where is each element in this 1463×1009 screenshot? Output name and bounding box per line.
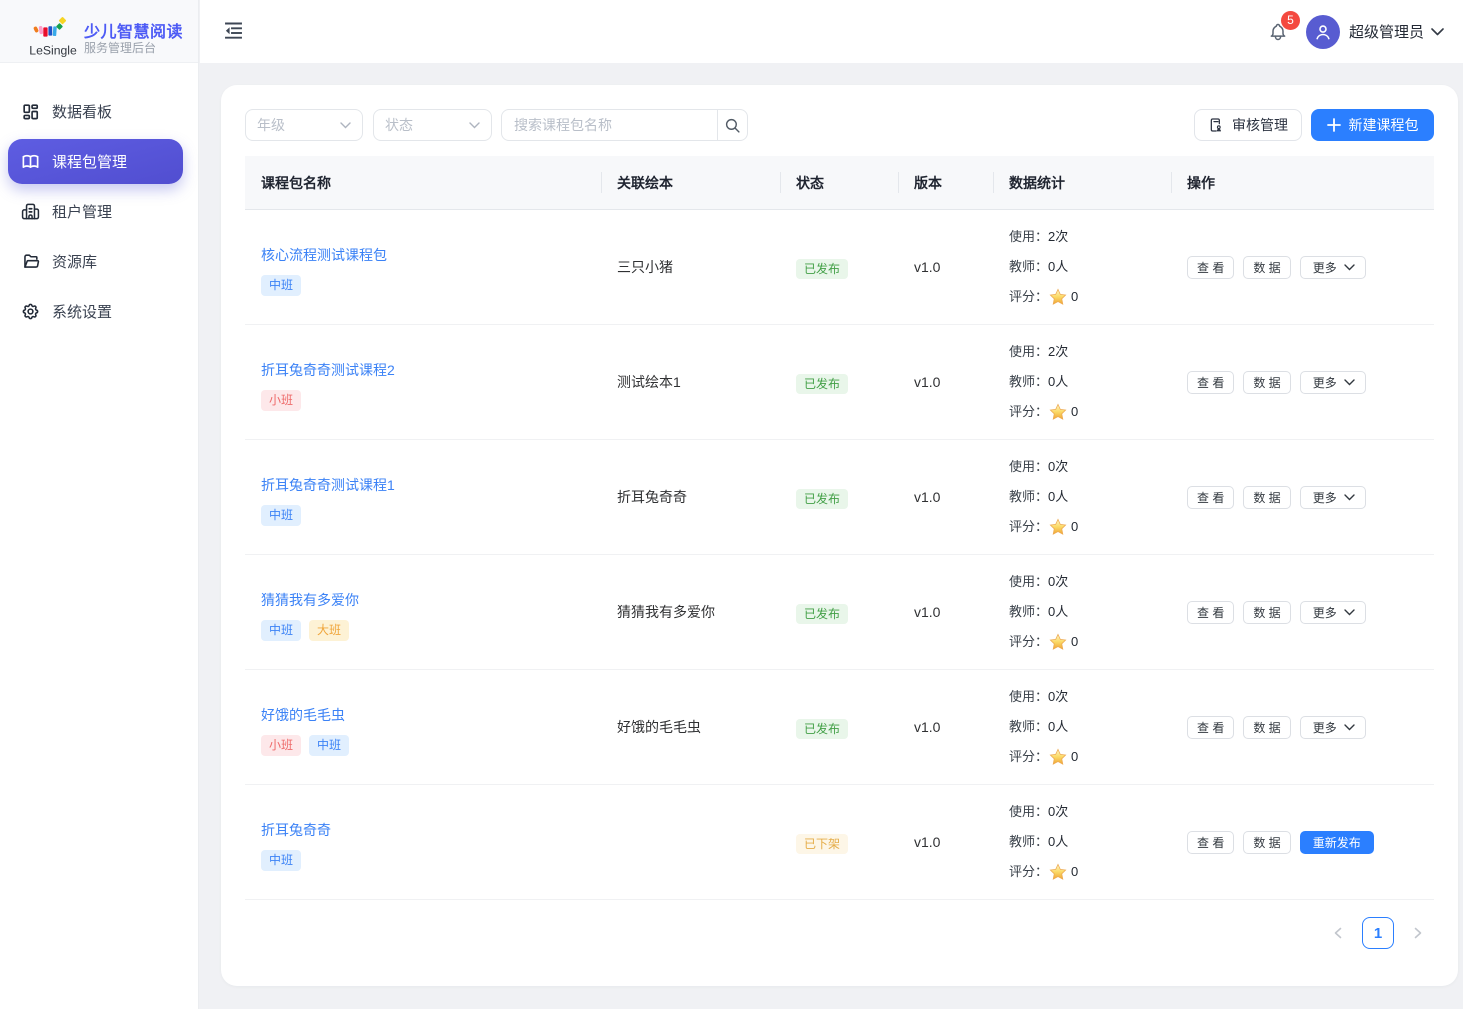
svg-text:LeSingle: LeSingle — [29, 44, 77, 58]
